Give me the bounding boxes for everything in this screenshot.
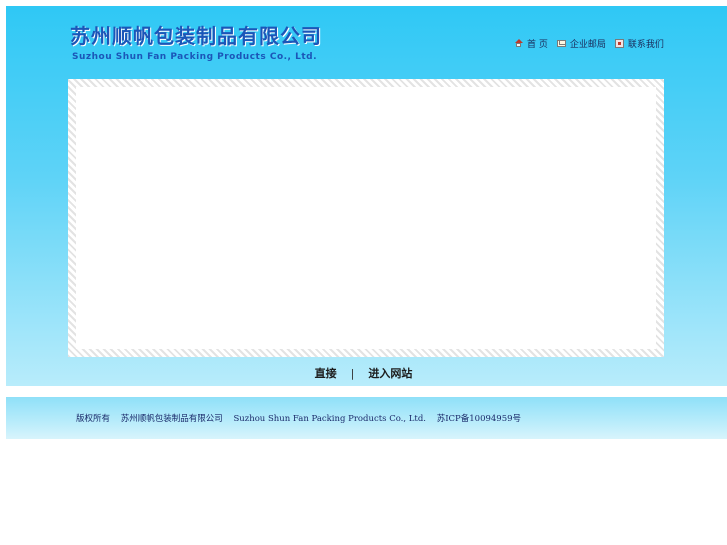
enter-site-bar: 直接 | 进入网站 (0, 365, 727, 381)
footer-company-en: Suzhou Shun Fan Packing Products Co., Lt… (233, 414, 426, 424)
top-nav: 首 页 企业邮局 联系我们 (514, 36, 664, 50)
enter-site-link[interactable]: 进入网站 (368, 365, 412, 381)
nav-item-home-label: 首 页 (527, 39, 548, 50)
logo-name-en: Suzhou Shun Fan Packing Products Co., Lt… (72, 52, 317, 62)
flash-banner-frame (68, 79, 664, 357)
mail-icon (556, 39, 566, 47)
footer-company-cn: 苏州顺帆包装制品有限公司 (120, 414, 223, 424)
flash-banner-content (76, 87, 656, 349)
home-icon (514, 38, 523, 48)
enter-separator: | (350, 366, 355, 380)
copyright-label: 版权所有 (76, 414, 111, 424)
icp-license[interactable]: 苏ICP备10094959号 (437, 414, 521, 424)
nav-item-contact-label: 联系我们 (627, 39, 664, 50)
contact-icon (614, 38, 624, 48)
footer: 版权所有 苏州顺帆包装制品有限公司 Suzhou Shun Fan Packin… (6, 397, 727, 439)
footer-copyright: 版权所有 苏州顺帆包装制品有限公司 Suzhou Shun Fan Packin… (76, 412, 521, 424)
nav-item-mail[interactable]: 企业邮局 (556, 37, 606, 50)
nav-item-mail-label: 企业邮局 (569, 39, 606, 50)
logo-name-cn: 苏州顺帆包装制品有限公司 (70, 24, 322, 48)
direct-link[interactable]: 直接 (315, 365, 337, 381)
nav-item-home[interactable]: 首 页 (514, 37, 548, 50)
nav-item-contact[interactable]: 联系我们 (614, 37, 664, 50)
